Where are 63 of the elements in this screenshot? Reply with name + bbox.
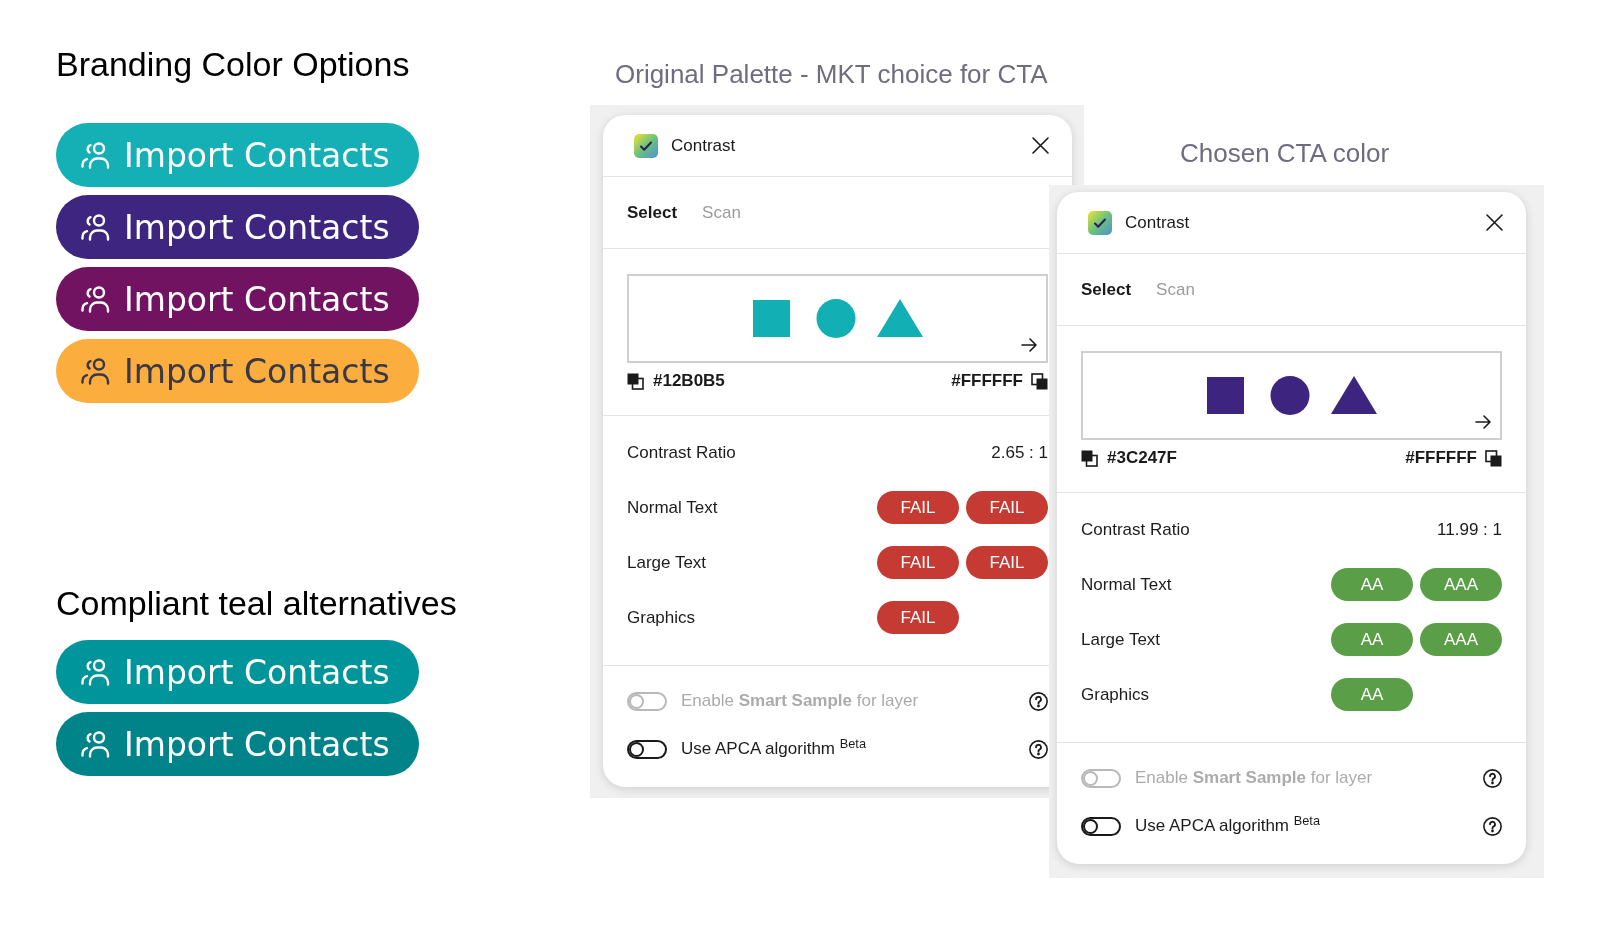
- close-icon[interactable]: [1486, 214, 1503, 231]
- arrow-right-icon[interactable]: [1021, 338, 1037, 352]
- overlapping-squares-icon[interactable]: [1081, 449, 1098, 467]
- help-icon[interactable]: [1029, 691, 1048, 711]
- row-label: Large Text: [1081, 628, 1161, 651]
- action-button[interactable]: Import Contacts: [56, 640, 419, 704]
- section-heading: Branding Color Options: [56, 44, 410, 84]
- result-badge: AAA: [1420, 568, 1502, 601]
- action-button[interactable]: Import Contacts: [56, 195, 419, 259]
- result-badge: FAIL: [966, 491, 1048, 524]
- action-button[interactable]: Import Contacts: [56, 712, 419, 776]
- tab[interactable]: Select: [1081, 276, 1132, 303]
- result-badge: FAIL: [877, 491, 959, 524]
- row-label: Graphics: [627, 606, 696, 629]
- toggle-label: Use APCA algorithm $^{Beta}$: [681, 736, 866, 761]
- caption: Chosen CTA color: [1180, 138, 1390, 168]
- toggle-switch[interactable]: [627, 739, 667, 759]
- hex-value: #12B0B5: [653, 370, 725, 393]
- hex-value: #FFFFFF: [1405, 447, 1477, 470]
- window-title: Contrast: [1125, 211, 1190, 234]
- help-icon[interactable]: [1483, 768, 1502, 788]
- action-button[interactable]: Import Contacts: [56, 339, 419, 403]
- row-label: Contrast Ratio: [627, 441, 736, 464]
- toggle-label: Enable Smart Sample for layer: [1135, 767, 1373, 790]
- result-badge: FAIL: [877, 601, 959, 634]
- hex-value: #3C247F: [1107, 447, 1177, 470]
- result-badge: FAIL: [966, 546, 1048, 579]
- users-icon: [80, 357, 112, 385]
- users-icon: [80, 730, 112, 758]
- help-icon[interactable]: [1483, 816, 1502, 836]
- hex-value: #FFFFFF: [951, 370, 1023, 393]
- tab[interactable]: Select: [627, 199, 678, 226]
- result-badge: FAIL: [877, 546, 959, 579]
- toggle-label: Use APCA algorithm $^{Beta}$: [1135, 813, 1320, 838]
- ratio-value: 11.99 : 1: [1437, 518, 1502, 541]
- ratio-value: 2.65 : 1: [991, 441, 1048, 464]
- result-badge: AA: [1331, 623, 1413, 656]
- row-label: Normal Text: [627, 496, 718, 519]
- result-badge: AA: [1331, 568, 1413, 601]
- section-heading: Compliant teal alternatives: [56, 583, 457, 623]
- result-badge: AA: [1331, 678, 1413, 711]
- checkmark-tile-icon: [634, 133, 658, 158]
- help-icon[interactable]: [1029, 739, 1048, 759]
- close-icon[interactable]: [1032, 137, 1049, 154]
- users-icon: [80, 658, 112, 686]
- users-icon: [80, 141, 112, 169]
- row-label: Large Text: [627, 551, 707, 574]
- row-label: Normal Text: [1081, 573, 1172, 596]
- row-label: Graphics: [1081, 683, 1150, 706]
- row-label: Contrast Ratio: [1081, 518, 1190, 541]
- caption: Original Palette - MKT choice for CTA: [615, 59, 1048, 89]
- overlapping-squares-icon[interactable]: [627, 372, 644, 390]
- checkmark-tile-icon: [1088, 210, 1112, 235]
- result-badge: AAA: [1420, 623, 1502, 656]
- toggle-label: Enable Smart Sample for layer: [681, 690, 919, 713]
- users-icon: [80, 285, 112, 313]
- action-button[interactable]: Import Contacts: [56, 267, 419, 331]
- overlapping-squares-icon[interactable]: [1485, 449, 1502, 467]
- toggle-switch[interactable]: [1081, 816, 1121, 836]
- arrow-right-icon[interactable]: [1475, 415, 1491, 429]
- overlapping-squares-icon[interactable]: [1031, 372, 1048, 390]
- users-icon: [80, 213, 112, 241]
- window-title: Contrast: [671, 134, 736, 157]
